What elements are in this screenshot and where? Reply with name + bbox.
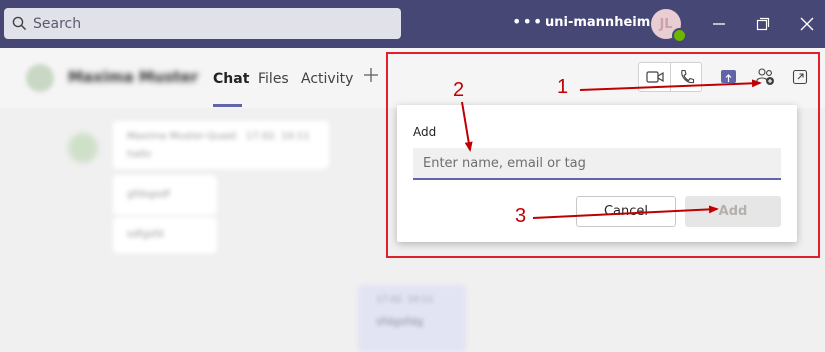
arrow-to-input [461,101,473,152]
annotation-arrows [461,79,762,219]
arrow-to-add-people [579,79,762,91]
arrow-to-add-button [532,205,719,219]
